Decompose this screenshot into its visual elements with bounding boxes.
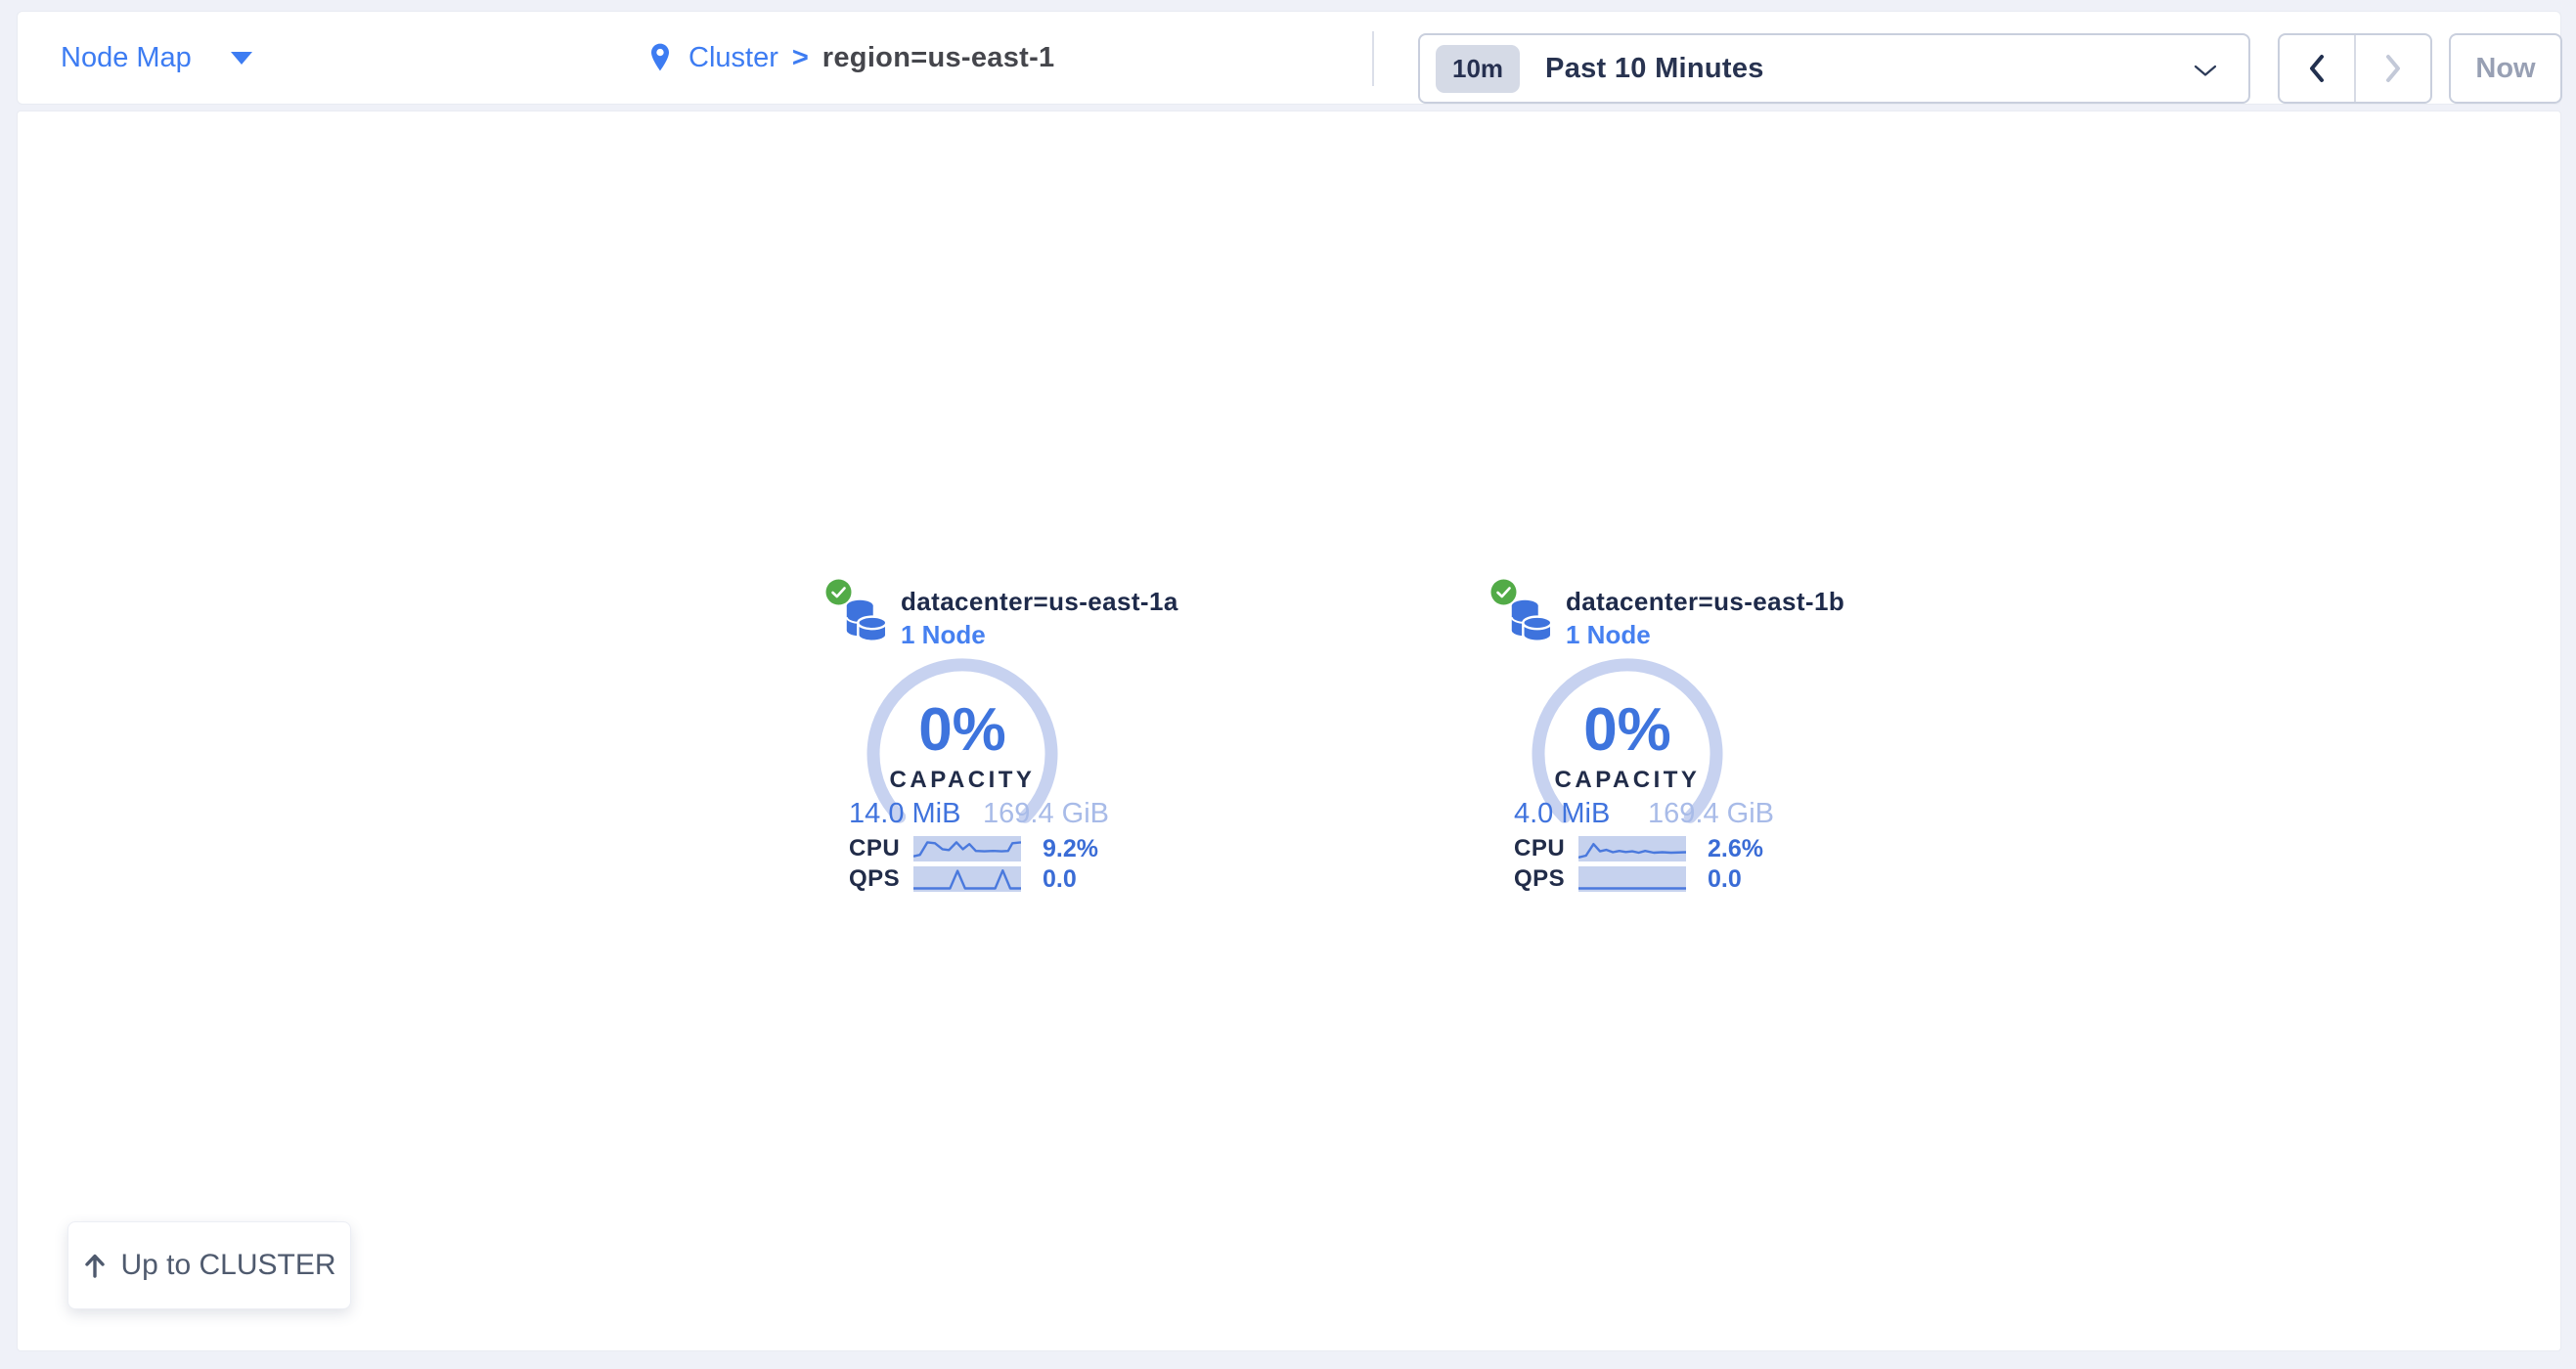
node-map-panel: datacenter=us-east-1a 1 Node 0% CAPACITY… xyxy=(17,110,2561,1351)
up-to-cluster-label: Up to CLUSTER xyxy=(120,1249,335,1282)
cpu-label: CPU xyxy=(849,835,913,862)
qps-metric-row: QPS 0.0 xyxy=(1514,865,1742,893)
breadcrumb-cluster-link[interactable]: Cluster xyxy=(688,42,778,74)
up-to-cluster-button[interactable]: Up to CLUSTER xyxy=(67,1221,351,1309)
time-forward-button[interactable] xyxy=(2356,35,2430,102)
time-range-dropdown[interactable]: 10m Past 10 Minutes xyxy=(1418,33,2250,104)
datacenter-name: datacenter=us-east-1b xyxy=(1566,587,1844,617)
datacenter-name: datacenter=us-east-1a xyxy=(901,587,1178,617)
view-selector-dropdown[interactable]: Node Map xyxy=(61,12,252,104)
chevron-left-icon xyxy=(2308,53,2326,84)
qps-metric-row: QPS 0.0 xyxy=(849,865,1077,893)
qps-value: 0.0 xyxy=(1043,865,1077,894)
time-pager xyxy=(2278,33,2432,104)
breadcrumb-separator: > xyxy=(792,42,809,74)
breadcrumb-current: region=us-east-1 xyxy=(822,42,1055,74)
capacity-percent: 0% xyxy=(855,700,1070,761)
cpu-metric-row: CPU 9.2% xyxy=(849,835,1098,862)
arrow-up-icon xyxy=(82,1252,108,1279)
header-divider xyxy=(1372,31,1374,86)
qps-label: QPS xyxy=(849,865,913,893)
capacity-used: 14.0 MiB xyxy=(849,798,960,830)
view-selector-label: Node Map xyxy=(61,42,192,74)
capacity-range: 4.0 MiB 169.4 GiB xyxy=(1514,798,1774,830)
node-map-screen: Node Map Cluster > region=us-east-1 10m … xyxy=(0,0,2576,1369)
now-button-label: Now xyxy=(2475,53,2535,85)
capacity-percent: 0% xyxy=(1520,700,1735,761)
cpu-metric-row: CPU 2.6% xyxy=(1514,835,1763,862)
datacenter-card-us-east-1a[interactable]: datacenter=us-east-1a 1 Node 0% CAPACITY… xyxy=(825,579,1285,916)
chevron-down-icon xyxy=(2194,65,2217,77)
cpu-label: CPU xyxy=(1514,835,1578,862)
capacity-range: 14.0 MiB 169.4 GiB xyxy=(849,798,1109,830)
caret-down-icon xyxy=(231,52,252,65)
capacity-total: 169.4 GiB xyxy=(1648,798,1774,830)
qps-sparkline xyxy=(1578,866,1686,892)
qps-label: QPS xyxy=(1514,865,1578,893)
qps-value: 0.0 xyxy=(1708,865,1742,894)
now-button[interactable]: Now xyxy=(2449,33,2562,104)
time-range-label: Past 10 Minutes xyxy=(1545,53,1764,85)
database-stack-icon xyxy=(1506,593,1557,647)
cpu-value: 9.2% xyxy=(1043,835,1098,863)
capacity-label: CAPACITY xyxy=(1520,767,1735,794)
capacity-label: CAPACITY xyxy=(855,767,1070,794)
database-stack-icon xyxy=(841,593,892,647)
chevron-right-icon xyxy=(2384,53,2402,84)
capacity-total: 169.4 GiB xyxy=(983,798,1109,830)
capacity-used: 4.0 MiB xyxy=(1514,798,1610,830)
cpu-sparkline xyxy=(1578,836,1686,861)
cpu-value: 2.6% xyxy=(1708,835,1763,863)
qps-sparkline xyxy=(913,866,1021,892)
datacenter-card-us-east-1b[interactable]: datacenter=us-east-1b 1 Node 0% CAPACITY… xyxy=(1490,579,1950,916)
map-pin-icon xyxy=(645,40,675,75)
breadcrumb: Cluster > region=us-east-1 xyxy=(645,12,1054,104)
header-bar: Node Map Cluster > region=us-east-1 10m … xyxy=(17,11,2561,105)
cpu-sparkline xyxy=(913,836,1021,861)
time-range-badge: 10m xyxy=(1436,45,1520,93)
time-back-button[interactable] xyxy=(2280,35,2356,102)
